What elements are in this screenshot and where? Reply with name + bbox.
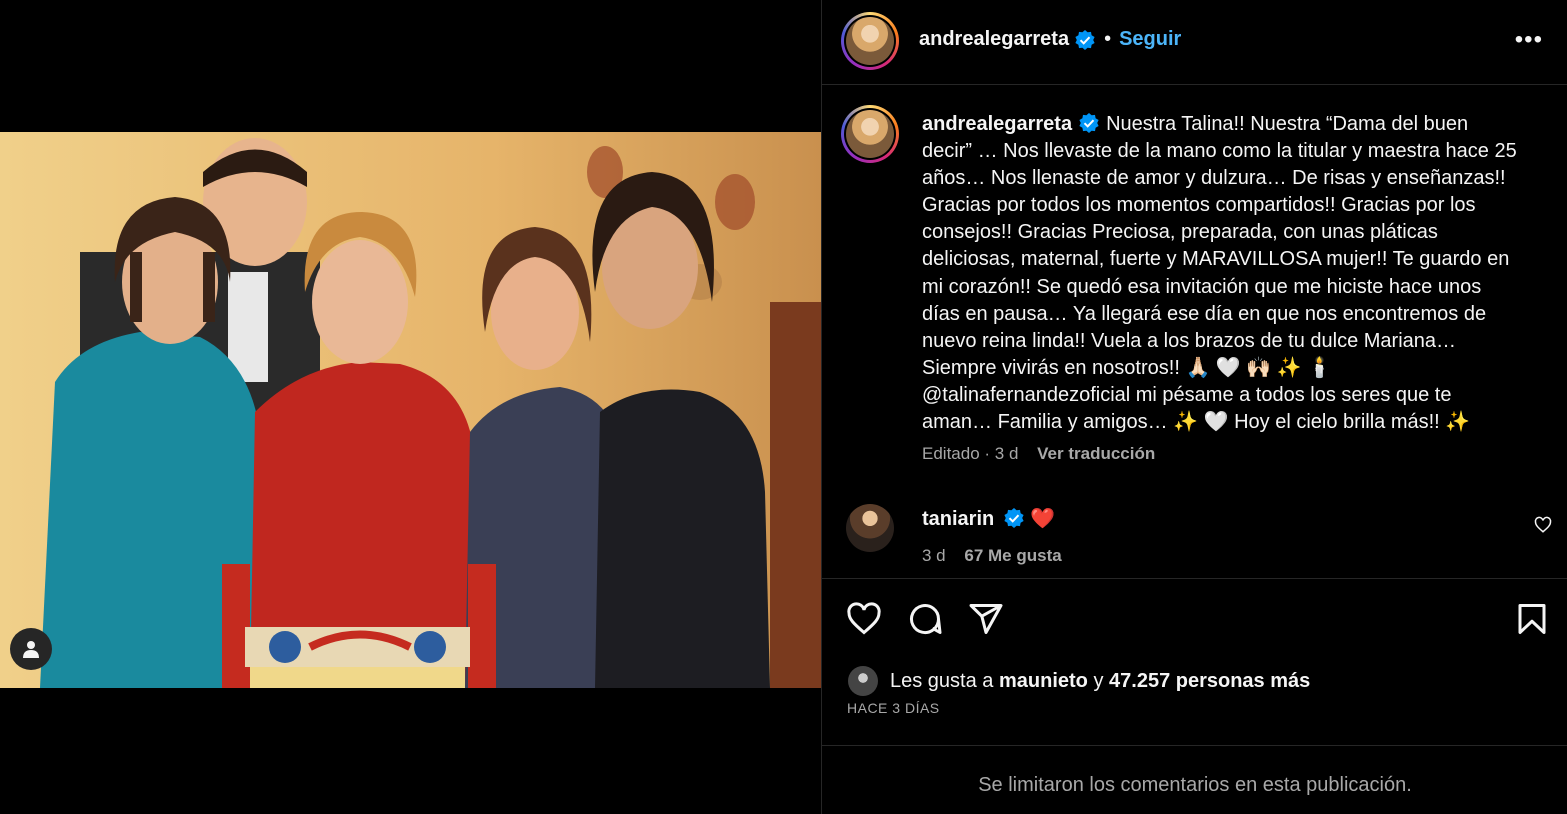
comment-icon[interactable] [907,601,943,637]
tagged-users-button[interactable] [10,628,52,670]
liker-username[interactable]: maunieto [999,670,1088,693]
likes-conj: y [1093,669,1104,692]
share-icon[interactable] [968,601,1004,637]
likes-prefix: Les gusta a [890,669,994,692]
verified-badge-icon [1075,29,1095,50]
liker-avatar[interactable] [848,666,878,696]
follow-button[interactable]: Seguir [1119,28,1181,51]
caption-author-avatar[interactable] [841,105,899,163]
action-bar [822,579,1567,659]
comment-body: taniarin ❤️ [922,506,1055,531]
caption-username[interactable]: andrealegarreta [922,113,1072,135]
author-avatar[interactable] [841,12,899,70]
person-icon [23,641,39,658]
author-avatar-image [846,17,894,65]
post-photo-illustration [0,132,821,688]
caption-text: Nuestra Talina!! Nuestra “Dama del buen … [922,113,1517,434]
comments-limited-notice: Se limitaron los comentarios en esta pub… [822,745,1567,814]
comment-meta: 3 d 67 Me gusta [922,546,1062,566]
media-panel [0,0,821,814]
comment-like-heart-icon[interactable] [1534,516,1552,534]
caption-avatar-image [846,110,894,158]
more-options-icon[interactable]: ••• [1515,26,1543,54]
verified-badge-icon [1004,507,1024,528]
verified-badge-icon [1079,112,1099,133]
post-photo[interactable] [0,132,821,688]
see-translation-link[interactable]: Ver traducción [1037,444,1155,463]
comment-item: taniarin ❤️ 3 d 67 Me gusta [822,500,1567,579]
commenter-username[interactable]: taniarin [922,508,994,530]
post-details-panel: andrealegarreta • Seguir ••• andrealegar… [821,0,1567,814]
likes-summary: Les gusta a maunieto y 47.257 personas m… [848,666,1310,696]
comment-time: 3 d [922,546,946,565]
edited-time: Editado · 3 d [922,444,1019,463]
header-user-row: andrealegarreta • Seguir [919,28,1181,51]
author-username[interactable]: andrealegarreta [919,28,1069,51]
post-header: andrealegarreta • Seguir ••• [822,0,1567,85]
commenter-avatar[interactable] [846,504,894,552]
likes-count[interactable]: 47.257 personas más [1109,670,1310,693]
header-separator: • [1104,28,1112,50]
comment-text: ❤️ [1030,508,1056,530]
save-bookmark-icon[interactable] [1514,601,1550,637]
caption-meta: Editado · 3 d Ver traducción [922,444,1155,464]
comment-likes[interactable]: 67 Me gusta [964,546,1061,565]
post-date[interactable]: HACE 3 DÍAS [847,700,940,716]
caption-text-block: andrealegarreta Nuestra Talina!! Nuestra… [922,111,1522,436]
like-heart-icon[interactable] [846,601,882,637]
